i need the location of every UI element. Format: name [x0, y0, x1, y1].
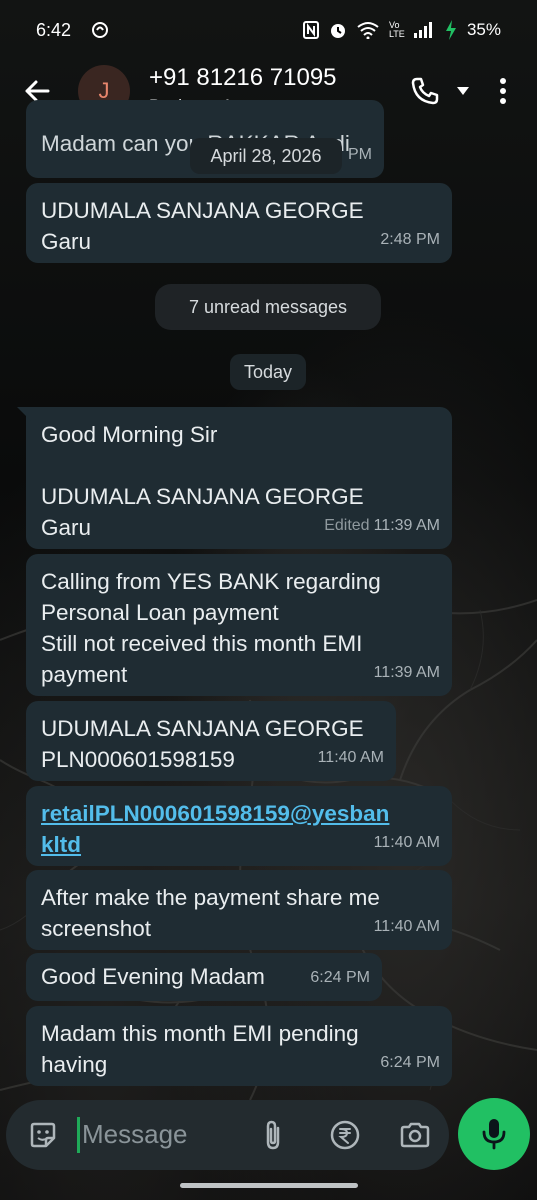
- message-meta: Edited 11:39 AM: [324, 510, 440, 541]
- message-bubble[interactable]: UDUMALA SANJANA GEORGE PLN000601598159 1…: [26, 701, 396, 781]
- home-indicator[interactable]: [180, 1183, 358, 1188]
- volte-label: Vo LTE: [388, 20, 405, 39]
- message-time: 11:39 AM: [373, 517, 440, 534]
- alarm-icon: [330, 24, 345, 38]
- status-left: 6:42: [36, 20, 109, 41]
- header-overlay: [0, 56, 537, 130]
- battery-percent: 35%: [466, 20, 501, 39]
- message-time: 11:39 AM: [373, 664, 440, 681]
- date-chip-today: Today: [230, 354, 306, 390]
- message-time: 11:40 AM: [373, 834, 440, 851]
- message-bubble[interactable]: UDUMALA SANJANA GEORGE Garu 2:48 PM: [26, 183, 452, 263]
- edited-label: Edited: [324, 517, 370, 534]
- message-time: 6:24 PM: [310, 969, 370, 986]
- message-bubble[interactable]: Madam this month EMI pending having 6:24…: [26, 1006, 452, 1086]
- date-chip: April 28, 2026: [190, 138, 342, 174]
- nfc-icon: [302, 21, 319, 39]
- wifi-icon: [357, 22, 379, 39]
- message-time: 2:48 PM: [380, 231, 440, 248]
- message-time: 11:40 AM: [373, 918, 440, 935]
- text-cursor: [77, 1117, 80, 1153]
- sticker-icon[interactable]: [28, 1120, 58, 1150]
- attach-icon[interactable]: [258, 1118, 288, 1152]
- mic-icon: [482, 1119, 506, 1150]
- message-bubble[interactable]: Calling from YES BANK regarding Personal…: [26, 554, 452, 696]
- message-time: 6:24 PM: [380, 1054, 440, 1071]
- mic-button[interactable]: [458, 1098, 530, 1170]
- unread-messages-chip: 7 unread messages: [155, 284, 381, 330]
- message-bubble[interactable]: After make the payment share me screensh…: [26, 870, 452, 950]
- status-time: 6:42: [36, 19, 72, 40]
- message-composer[interactable]: Message: [6, 1100, 449, 1170]
- message-text: UDUMALA SANJANA GEORGE Garu: [41, 198, 364, 254]
- camera-icon[interactable]: [399, 1120, 431, 1150]
- signal-icon: [413, 22, 432, 38]
- status-bar: 6:42 Vo LTE 35%: [0, 0, 537, 60]
- rupee-icon[interactable]: [329, 1119, 361, 1151]
- message-bubble[interactable]: Good Morning Sir UDUMALA SANJANA GEORGE …: [17, 407, 452, 549]
- message-bubble[interactable]: retailPLN000601598159@yesban kltd 11:40 …: [26, 786, 452, 866]
- status-right: Vo LTE 35%: [302, 20, 501, 40]
- message-time: PM: [348, 146, 372, 163]
- message-time: 11:40 AM: [317, 749, 384, 766]
- message-text: Madam this month EMI pending having: [41, 1021, 359, 1077]
- notification-icon: [92, 22, 109, 38]
- battery-charging-icon: [445, 20, 456, 40]
- message-input[interactable]: Message: [82, 1119, 188, 1150]
- message-bubble[interactable]: Good Evening Madam 6:24 PM: [26, 953, 382, 1001]
